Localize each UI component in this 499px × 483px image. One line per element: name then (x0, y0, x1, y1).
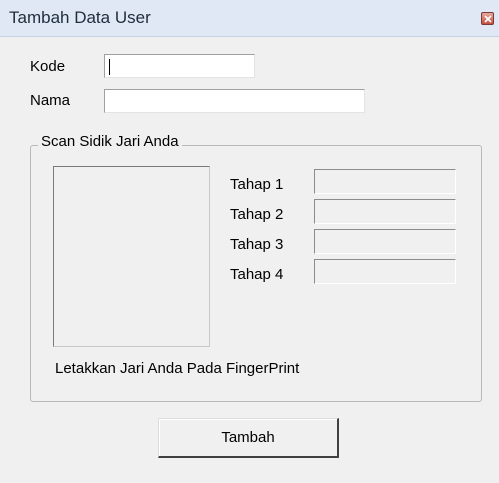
stage-3-label: Tahap 3 (230, 236, 284, 253)
stage-1-field (314, 169, 456, 194)
add-user-dialog: Tambah Data User Kode Nama Scan Sidik Ja… (0, 0, 499, 483)
kode-input[interactable] (104, 54, 255, 78)
nama-label: Nama (30, 92, 71, 109)
text-caret (109, 59, 110, 75)
fingerprint-instruction: Letakkan Jari Anda Pada FingerPrint (55, 360, 300, 377)
stage-1-label: Tahap 1 (230, 176, 284, 193)
stage-3-field (314, 229, 456, 254)
stage-4-field (314, 259, 456, 284)
title-bar[interactable]: Tambah Data User (0, 0, 499, 37)
add-user-button[interactable]: Tambah (158, 418, 339, 458)
fingerprint-image-area (53, 166, 210, 347)
stage-2-field (314, 199, 456, 224)
stage-2-label: Tahap 2 (230, 206, 284, 223)
stage-4-label: Tahap 4 (230, 266, 284, 283)
close-icon[interactable] (481, 12, 494, 25)
kode-label: Kode (30, 58, 66, 75)
window-title: Tambah Data User (9, 8, 151, 27)
nama-input[interactable] (104, 89, 365, 113)
scan-group-legend: Scan Sidik Jari Anda (38, 133, 182, 150)
